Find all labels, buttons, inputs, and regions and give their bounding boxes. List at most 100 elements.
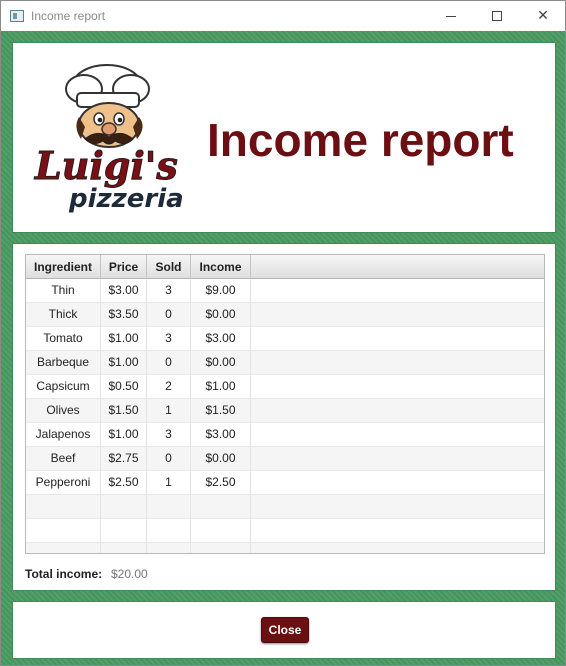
table-cell-filler xyxy=(251,423,544,447)
table-cell: Beef xyxy=(26,447,101,471)
total-income-label: Total income: xyxy=(25,567,103,581)
table-cell: 1 xyxy=(147,399,191,423)
title-bar[interactable]: Income report ✕ xyxy=(1,1,565,31)
table-row[interactable]: Jalapenos $1.00 3 $3.00 xyxy=(26,423,544,447)
report-panel: Ingredient Price Sold Income Thin $3.00 3 $… xyxy=(12,243,556,591)
footer-panel: Close xyxy=(12,601,556,659)
column-header-ingredient[interactable]: Ingredient xyxy=(26,255,101,279)
table-cell-filler xyxy=(251,351,544,375)
luigis-pizzeria-logo: Luigi's pizzeria xyxy=(34,64,184,214)
table-cell: $0.00 xyxy=(191,351,251,375)
table-row[interactable]: Pepperoni $2.50 1 $2.50 xyxy=(26,471,544,495)
column-header-income[interactable]: Income xyxy=(191,255,251,279)
table-cell: $1.50 xyxy=(191,399,251,423)
table-cell: 0 xyxy=(147,303,191,327)
table-cell xyxy=(101,519,147,543)
table-cell: $1.00 xyxy=(191,375,251,399)
total-income-value: $20.00 xyxy=(111,567,148,581)
close-button[interactable]: Close xyxy=(261,617,309,643)
table-cell-filler xyxy=(251,399,544,423)
table-cell: 0 xyxy=(147,351,191,375)
table-cell xyxy=(147,543,191,553)
table-row[interactable]: Thin $3.00 3 $9.00 xyxy=(26,279,544,303)
table-cell: $3.50 xyxy=(101,303,147,327)
table-row-empty[interactable] xyxy=(26,543,544,553)
table-cell-filler xyxy=(251,543,544,553)
table-cell: 3 xyxy=(147,327,191,351)
table-cell xyxy=(101,543,147,553)
table-cell-filler xyxy=(251,279,544,303)
table-cell: $1.00 xyxy=(101,351,147,375)
column-header-price[interactable]: Price xyxy=(101,255,147,279)
table-cell: 3 xyxy=(147,423,191,447)
table-cell xyxy=(26,519,101,543)
table-cell xyxy=(191,495,251,519)
table-cell xyxy=(26,543,101,553)
svg-text:pizzeria: pizzeria xyxy=(68,184,184,214)
table-cell-filler xyxy=(251,375,544,399)
table-row[interactable]: Olives $1.50 1 $1.50 xyxy=(26,399,544,423)
table-cell xyxy=(26,495,101,519)
window-app-icon xyxy=(10,10,24,22)
table-cell: Tomato xyxy=(26,327,101,351)
table-cell-filler xyxy=(251,303,544,327)
maximize-icon xyxy=(492,11,502,21)
table-cell: 3 xyxy=(147,279,191,303)
report-title: Income report xyxy=(207,114,514,166)
table-cell: $3.00 xyxy=(191,327,251,351)
table-cell: 2 xyxy=(147,375,191,399)
minimize-icon xyxy=(446,15,456,17)
table-header: Ingredient Price Sold Income xyxy=(26,255,544,279)
table-cell-filler xyxy=(251,495,544,519)
table-cell: Jalapenos xyxy=(26,423,101,447)
table-row[interactable]: Tomato $1.00 3 $3.00 xyxy=(26,327,544,351)
table-cell: Pepperoni xyxy=(26,471,101,495)
table-cell: 0 xyxy=(147,447,191,471)
table-cell: $9.00 xyxy=(191,279,251,303)
table-row-empty[interactable] xyxy=(26,495,544,519)
table-cell: $0.00 xyxy=(191,447,251,471)
table-cell: $2.50 xyxy=(191,471,251,495)
svg-text:Luigi's: Luigi's xyxy=(34,143,178,188)
table-cell: Capsicum xyxy=(26,375,101,399)
table-cell: $1.50 xyxy=(101,399,147,423)
table-row[interactable]: Thick $3.50 0 $0.00 xyxy=(26,303,544,327)
table-cell: $3.00 xyxy=(191,423,251,447)
header-panel: Luigi's pizzeria Income report xyxy=(12,42,556,233)
table-cell xyxy=(147,495,191,519)
table-cell xyxy=(101,495,147,519)
table-cell: Thick xyxy=(26,303,101,327)
close-icon: ✕ xyxy=(537,8,549,24)
table-cell: $0.00 xyxy=(191,303,251,327)
window-close-button[interactable]: ✕ xyxy=(520,1,566,31)
table-row[interactable]: Beef $2.75 0 $0.00 xyxy=(26,447,544,471)
maximize-button[interactable] xyxy=(474,1,520,31)
table-cell: $1.00 xyxy=(101,423,147,447)
table-cell: Barbeque xyxy=(26,351,101,375)
table-cell: Thin xyxy=(26,279,101,303)
column-header-empty xyxy=(251,255,544,279)
table-cell-filler xyxy=(251,519,544,543)
app-window: Income report ✕ Luigi's pizzeria Income … xyxy=(0,0,566,666)
window-title: Income report xyxy=(31,9,106,23)
table-cell: $2.50 xyxy=(101,471,147,495)
table-cell xyxy=(147,519,191,543)
column-header-sold[interactable]: Sold xyxy=(147,255,191,279)
table-cell: $3.00 xyxy=(101,279,147,303)
table-cell: $0.50 xyxy=(101,375,147,399)
table-cell-filler xyxy=(251,327,544,351)
minimize-button[interactable] xyxy=(428,1,474,31)
income-table[interactable]: Ingredient Price Sold Income Thin $3.00 3 $… xyxy=(25,254,545,554)
table-cell-filler xyxy=(251,471,544,495)
table-row-empty[interactable] xyxy=(26,519,544,543)
table-cell: $2.75 xyxy=(101,447,147,471)
table-row[interactable]: Capsicum $0.50 2 $1.00 xyxy=(26,375,544,399)
table-cell: 1 xyxy=(147,471,191,495)
table-cell: Olives xyxy=(26,399,101,423)
content-area: Luigi's pizzeria Income report Ingredien… xyxy=(1,31,565,665)
table-row[interactable]: Barbeque $1.00 0 $0.00 xyxy=(26,351,544,375)
table-cell: $1.00 xyxy=(101,327,147,351)
table-cell-filler xyxy=(251,447,544,471)
table-cell xyxy=(191,519,251,543)
table-cell xyxy=(191,543,251,553)
